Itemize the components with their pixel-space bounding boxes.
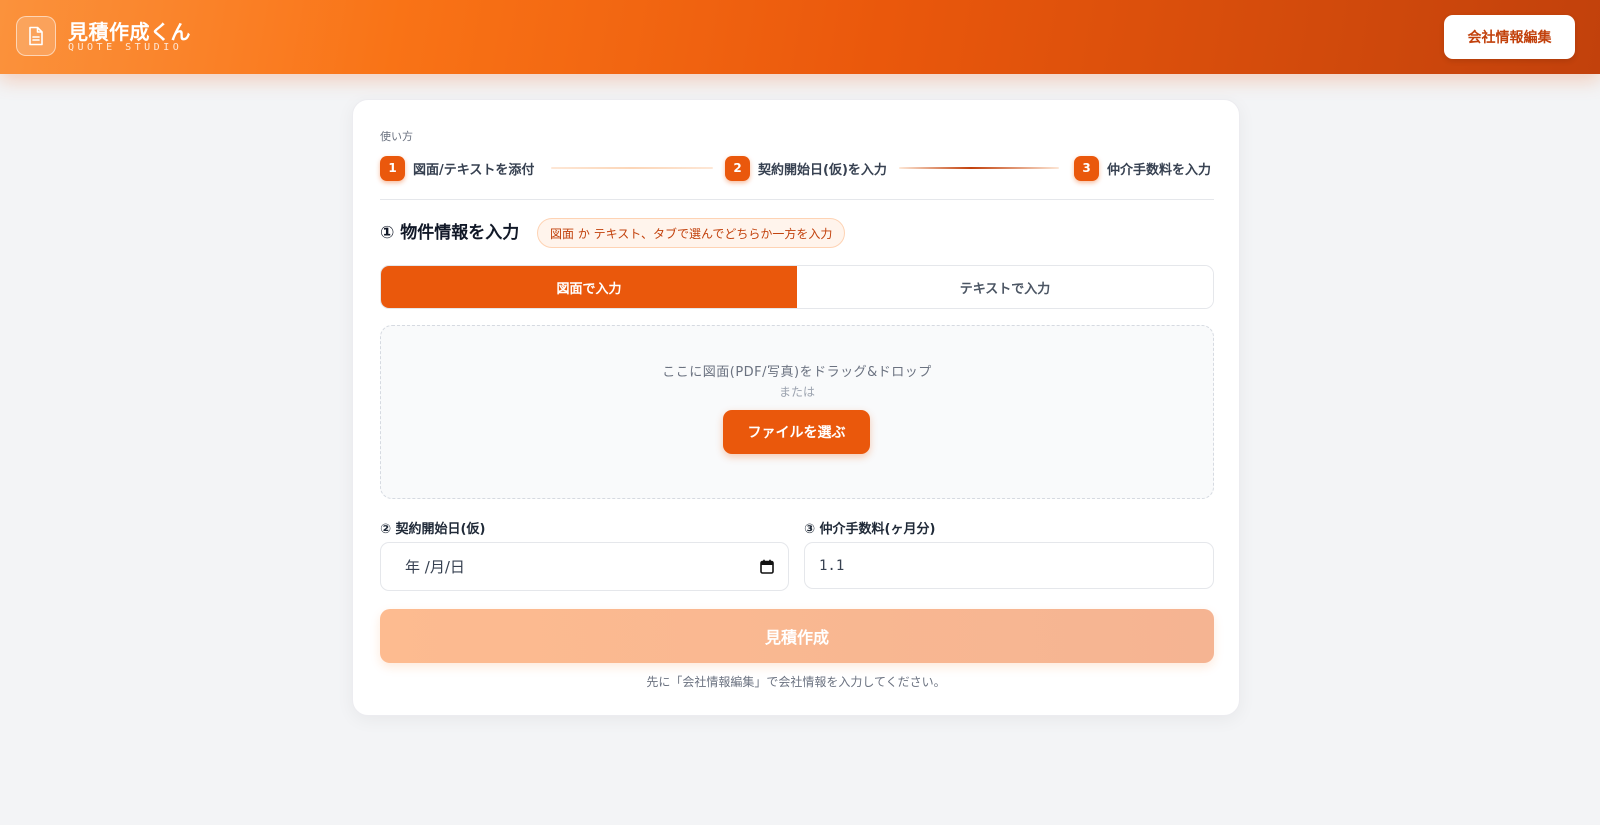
step-label: 仲介手数料を入力	[1107, 162, 1212, 178]
step-3: 3 仲介手数料を入力	[1074, 155, 1211, 181]
tab-text[interactable]: テキストで入力	[797, 266, 1213, 308]
step-number: 3	[1074, 155, 1099, 181]
app-title: 見積作成くん	[68, 20, 191, 44]
contract-start-date-input[interactable]: 年 /月/日	[380, 542, 789, 591]
section-title: ① 物件情報を入力	[380, 223, 520, 243]
date-label: ② 契約開始日(仮)	[380, 522, 486, 537]
step-1: 1 図面/テキストを添付	[380, 155, 534, 181]
dropzone-text: ここに図面(PDF/写真)をドラッグ&ドロップ	[662, 365, 932, 380]
step-label: 契約開始日(仮)を入力	[758, 162, 887, 178]
divider	[380, 199, 1214, 200]
step-connector	[899, 167, 1059, 169]
document-icon	[16, 16, 56, 56]
step-2: 2 契約開始日(仮)を入力	[725, 155, 887, 181]
tab-drawing[interactable]: 図面で入力	[381, 266, 797, 308]
app-header: 見積作成くん QUOTE STUDIO 会社情報編集	[0, 0, 1600, 74]
hint-badge: 図面 か テキスト、タブで選んでどちらか一方を入力	[537, 218, 846, 248]
step-number: 1	[380, 155, 405, 181]
dropzone-or: または	[778, 385, 815, 399]
company-info-edit-button[interactable]: 会社情報編集	[1444, 15, 1575, 59]
step-label: 図面/テキストを添付	[413, 162, 535, 178]
choose-file-button[interactable]: ファイルを選ぶ	[723, 410, 870, 454]
notice-text: 先に「会社情報編集」で会社情報を入力してください。	[646, 675, 946, 689]
brokerage-fee-input[interactable]: 1.1	[804, 542, 1214, 589]
fee-label: ③ 仲介手数料(ヶ月分)	[804, 522, 936, 537]
calendar-icon[interactable]	[760, 559, 774, 578]
quote-card: 使い方 1 図面/テキストを添付 2 契約開始日(仮)を入力 3 仲介手数料を入…	[352, 99, 1240, 716]
create-quote-button[interactable]: 見積作成	[380, 609, 1214, 663]
howto-label: 使い方	[380, 130, 413, 143]
file-dropzone[interactable]: ここに図面(PDF/写真)をドラッグ&ドロップ または ファイルを選ぶ	[380, 325, 1214, 499]
date-placeholder: 年 /月/日	[405, 558, 465, 576]
step-number: 2	[725, 155, 750, 181]
app-subtitle: QUOTE STUDIO	[68, 42, 183, 53]
input-mode-tabs: 図面で入力 テキストで入力	[380, 265, 1214, 309]
step-connector	[551, 167, 713, 169]
